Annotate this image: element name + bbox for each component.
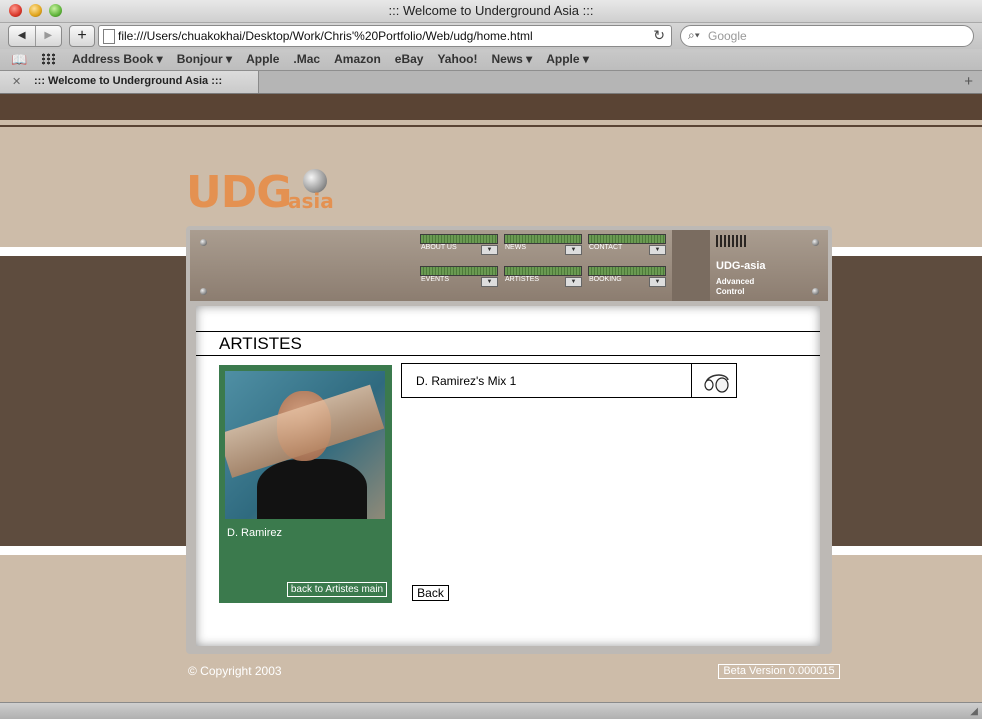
photo-body-shape — [257, 459, 367, 519]
divider — [196, 355, 820, 356]
bookmark-ebay[interactable]: eBay — [395, 52, 424, 66]
bookmarks-bar: 📖 Address Book ▾ Bonjour ▾ Apple .Mac Am… — [0, 49, 982, 71]
divider — [0, 125, 982, 127]
book-icon[interactable]: 📖 — [11, 52, 27, 68]
lcd-display — [588, 234, 666, 244]
nav-events[interactable]: EVENTS ▼ — [420, 266, 498, 287]
nav-label: ARTISTES — [505, 276, 540, 283]
nav-about-us[interactable]: ABOUT US ▼ — [420, 234, 498, 255]
beta-version-badge: Beta Version 0.000015 — [718, 664, 840, 679]
speaker-grill-icon — [716, 235, 748, 247]
logo-subtext: asia — [288, 189, 334, 213]
screw-icon — [812, 288, 819, 295]
close-tab-icon[interactable]: ✕ — [12, 75, 21, 88]
tab-title: ::: Welcome to Underground Asia ::: — [34, 75, 223, 87]
grid-icon[interactable] — [41, 53, 56, 65]
reload-icon[interactable]: ↻ — [653, 27, 665, 44]
bookmark-yahoo[interactable]: Yahoo! — [437, 52, 477, 66]
dropdown-arrow-icon[interactable]: ▼ — [649, 245, 666, 255]
udg-logo[interactable]: UDG asia — [186, 167, 346, 219]
lcd-display — [420, 266, 498, 276]
back-arrow-icon[interactable]: ◀ — [9, 26, 35, 46]
search-icon[interactable]: ⌕▾ — [688, 28, 700, 43]
mix-title[interactable]: D. Ramirez's Mix 1 — [416, 374, 516, 388]
bookmark-amazon[interactable]: Amazon — [334, 52, 381, 66]
nav-label: BOOKING — [589, 276, 622, 283]
nav-label: NEWS — [505, 244, 526, 251]
bookmark-address-book[interactable]: Address Book ▾ — [72, 52, 163, 66]
screw-icon — [200, 288, 207, 295]
nav-label: ABOUT US — [421, 244, 457, 251]
dropdown-arrow-icon[interactable]: ▼ — [649, 277, 666, 287]
window-title: ::: Welcome to Underground Asia ::: — [388, 3, 594, 18]
header-band — [0, 94, 982, 120]
artist-card: D. Ramirez back to Artistes main — [219, 365, 392, 603]
back-to-artists-link[interactable]: back to Artistes main — [287, 582, 387, 597]
window-titlebar: ::: Welcome to Underground Asia ::: — [0, 0, 982, 23]
address-bar[interactable]: file:///Users/chuakokhai/Desktop/Work/Ch… — [98, 25, 672, 47]
history-nav: ◀ ▶ — [8, 25, 62, 47]
status-bar: ◢ — [0, 702, 982, 719]
lcd-display — [504, 266, 582, 276]
nav-label: EVENTS — [421, 276, 450, 283]
file-icon — [103, 29, 115, 44]
tab-bar: ✕ ::: Welcome to Underground Asia ::: + — [0, 71, 982, 94]
search-field[interactable]: ⌕▾ Google — [680, 25, 974, 47]
tab-active[interactable]: ✕ ::: Welcome to Underground Asia ::: — [0, 71, 259, 93]
web-page: UDG asia ABOUT US ▼ NEWS ▼ CONTACT ▼ EVENTS… — [0, 94, 982, 702]
forward-arrow-icon[interactable]: ▶ — [34, 26, 62, 46]
artist-photo — [225, 371, 385, 519]
brand-title: UDG-asia — [716, 260, 766, 272]
nav-booking[interactable]: BOOKING ▼ — [588, 266, 666, 287]
headphones-icon[interactable] — [700, 366, 732, 394]
divider — [196, 331, 820, 332]
nav-label: CONTACT — [589, 244, 623, 251]
artist-name: D. Ramirez — [227, 527, 283, 539]
resize-grip-icon[interactable]: ◢ — [970, 706, 978, 717]
bookmark-news[interactable]: News ▾ — [491, 52, 532, 66]
bookmark-bonjour[interactable]: Bonjour ▾ — [177, 52, 232, 66]
nav-artistes[interactable]: ARTISTES ▼ — [504, 266, 582, 287]
back-button[interactable]: Back — [412, 585, 449, 601]
nav-news[interactable]: NEWS ▼ — [504, 234, 582, 255]
dropdown-arrow-icon[interactable]: ▼ — [565, 277, 582, 287]
bookmark-apple-menu[interactable]: Apple ▾ — [546, 52, 589, 66]
browser-toolbar: ◀ ▶ + file:///Users/chuakokhai/Desktop/W… — [0, 23, 982, 49]
dropdown-arrow-icon[interactable]: ▼ — [565, 245, 582, 255]
bookmark-mac[interactable]: .Mac — [293, 52, 320, 66]
logo-text: UDG — [186, 167, 292, 218]
screw-icon — [200, 239, 207, 246]
page-title: ARTISTES — [219, 334, 302, 353]
dropdown-arrow-icon[interactable]: ▼ — [481, 277, 498, 287]
panel-divider — [672, 230, 710, 301]
divider — [691, 364, 692, 397]
add-bookmark-button[interactable]: + — [69, 25, 95, 47]
lcd-display — [588, 266, 666, 276]
search-placeholder: Google — [708, 29, 747, 43]
new-tab-icon[interactable]: + — [964, 73, 973, 90]
screw-icon — [812, 239, 819, 246]
lcd-display — [504, 234, 582, 244]
site-nav: ABOUT US ▼ NEWS ▼ CONTACT ▼ EVENTS ▼ ARTISTE… — [420, 234, 666, 287]
brand-subtitle: Advanced Control — [716, 277, 755, 296]
url-text[interactable]: file:///Users/chuakokhai/Desktop/Work/Ch… — [118, 29, 533, 43]
mix-item[interactable]: D. Ramirez's Mix 1 — [401, 363, 737, 398]
nav-contact[interactable]: CONTACT ▼ — [588, 234, 666, 255]
lcd-display — [420, 234, 498, 244]
bookmark-apple[interactable]: Apple — [246, 52, 279, 66]
dropdown-arrow-icon[interactable]: ▼ — [481, 245, 498, 255]
copyright: © Copyright 2003 — [188, 664, 282, 678]
